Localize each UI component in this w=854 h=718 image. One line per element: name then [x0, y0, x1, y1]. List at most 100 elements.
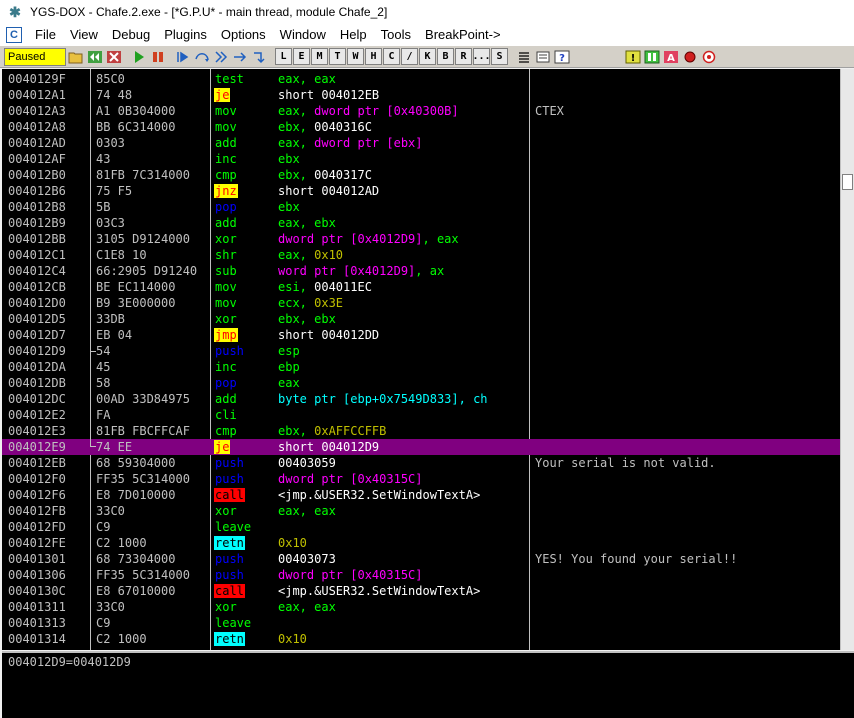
mnemonic-text: retn	[214, 536, 245, 550]
menu-tools[interactable]: Tools	[374, 24, 418, 46]
close-program-icon[interactable]	[105, 48, 123, 66]
mnemonic-cell: call	[214, 487, 246, 503]
disassembly-pane[interactable]: 0040129F 85C0 test eax, eax 004012A1 74 48 je s…	[2, 69, 840, 650]
toolbar-letter-l[interactable]: L	[275, 48, 292, 65]
disasm-row[interactable]: 004012B0 81FB 7C314000 cmp ebx, 0040317C	[2, 167, 840, 183]
operand-token: 004011EC	[314, 280, 372, 294]
hex-dump-cell: 3105 D9124000	[96, 232, 190, 246]
disasm-row[interactable]: 004012FD C9 leave	[2, 519, 840, 535]
toolbar-letter-dots[interactable]: ...	[472, 48, 491, 65]
run-icon[interactable]	[130, 48, 148, 66]
mnemonic-cell: shr	[214, 247, 246, 263]
disasm-row[interactable]: 004012DA 45 inc ebp	[2, 359, 840, 375]
operands-cell: eax, 0x10	[278, 247, 343, 263]
disasm-row[interactable]: 004012B9 03C3 add eax, ebx	[2, 215, 840, 231]
disasm-row[interactable]: 0040129F 85C0 test eax, eax	[2, 71, 840, 87]
toolbar-letter-w[interactable]: W	[347, 48, 364, 65]
open-icon[interactable]	[67, 48, 85, 66]
operand-token: ecx,	[278, 296, 315, 310]
address-cell: 004012D0	[8, 296, 66, 310]
menu-debug[interactable]: Debug	[105, 24, 157, 46]
mnemonic-cell: leave	[214, 519, 251, 535]
disasm-row[interactable]: 004012BB 3105 D9124000 xor dword ptr [0x401…	[2, 231, 840, 247]
list-icon[interactable]	[515, 48, 533, 66]
menu-view[interactable]: View	[63, 24, 105, 46]
toolbar-letter-r[interactable]: R	[455, 48, 472, 65]
disasm-row[interactable]: 004012A1 74 48 je short 004012EB	[2, 87, 840, 103]
plugin-icon[interactable]: !	[624, 48, 642, 66]
system-menu-icon[interactable]: C	[6, 27, 22, 43]
disasm-row[interactable]: 00401311 33C0 xor eax, eax	[2, 599, 840, 615]
mnemonic-text: pop	[215, 376, 237, 390]
disasm-row[interactable]: 00401313 C9 leave	[2, 615, 840, 631]
pause-icon[interactable]	[149, 48, 167, 66]
disasm-row[interactable]: 004012D7 EB 04 jmp short 004012DD	[2, 327, 840, 343]
step-into-icon[interactable]	[174, 48, 192, 66]
disasm-row[interactable]: 004012CB BE EC114000 mov esi, 004011EC	[2, 279, 840, 295]
toolbar-letter-b[interactable]: B	[437, 48, 454, 65]
disasm-row[interactable]: 004012FE C2 1000 retn 0x10	[2, 535, 840, 551]
operands-cell: eax, eax	[278, 71, 336, 87]
disasm-row[interactable]: 0040130C E8 67010000 call <jmp.&USER32.SetW…	[2, 583, 840, 599]
menu-plugins[interactable]: Plugins	[157, 24, 214, 46]
toolbar-letter-s[interactable]: S	[491, 48, 508, 65]
disasm-row[interactable]: 00401301 68 73304000 push 00403073 YES! You …	[2, 551, 840, 567]
toolbar-letter-m[interactable]: M	[311, 48, 328, 65]
disasm-row[interactable]: 004012DB 58 pop eax	[2, 375, 840, 391]
hex-dump-cell: 33C0	[96, 600, 125, 614]
help-icon[interactable]: ?	[553, 48, 571, 66]
restart-icon[interactable]	[86, 48, 104, 66]
address-cell: 004012B0	[8, 168, 66, 182]
disasm-row[interactable]: 004012D5 33DB xor ebx, ebx	[2, 311, 840, 327]
disasm-row[interactable]: 004012A8 BB 6C314000 mov ebx, 0040316C	[2, 119, 840, 135]
toolbar-letter-t[interactable]: T	[329, 48, 346, 65]
disasm-row[interactable]: 004012E9 74 EE je short 004012D9	[2, 439, 840, 455]
hex-dump-cell: FF35 5C314000	[96, 472, 190, 486]
disasm-row[interactable]: 004012B8 5B pop ebx	[2, 199, 840, 215]
menu-help[interactable]: Help	[333, 24, 374, 46]
toolbar-letter-slash[interactable]: /	[401, 48, 418, 65]
disasm-row[interactable]: 004012AD 0303 add eax, dword ptr [ebx]	[2, 135, 840, 151]
disasm-row[interactable]: 004012D0 B9 3E000000 mov ecx, 0x3E	[2, 295, 840, 311]
disasm-row[interactable]: 004012FB 33C0 xor eax, eax	[2, 503, 840, 519]
disasm-row[interactable]: 004012F0 FF35 5C314000 push dword ptr [0x40…	[2, 471, 840, 487]
disasm-row[interactable]: 00401306 FF35 5C314000 push dword ptr [0x40…	[2, 567, 840, 583]
toolbar-letter-c[interactable]: C	[383, 48, 400, 65]
alpha-icon[interactable]: A	[662, 48, 680, 66]
hex-dump-cell: C9	[96, 520, 111, 534]
step-over-icon[interactable]	[193, 48, 211, 66]
disasm-row[interactable]: 004012C1 C1E8 10 shr eax, 0x10	[2, 247, 840, 263]
mnemonic-text: inc	[215, 152, 237, 166]
stop-plugin-icon[interactable]	[643, 48, 661, 66]
toolbar-letter-h[interactable]: H	[365, 48, 382, 65]
disasm-row[interactable]: 004012A3 A1 0B304000 mov eax, dword ptr [0x…	[2, 103, 840, 119]
disasm-row[interactable]: 004012EB 68 59304000 push 00403059 Your seri…	[2, 455, 840, 471]
disasm-row[interactable]: 00401314 C2 1000 retn 0x10	[2, 631, 840, 647]
disasm-row[interactable]: 004012B6 75 F5 jnz short 004012AD	[2, 183, 840, 199]
execute-till-return-icon[interactable]	[250, 48, 268, 66]
trace-into-icon[interactable]	[212, 48, 230, 66]
disasm-row[interactable]: 004012D9 54 push esp	[2, 343, 840, 359]
address-cell: 004012DA	[8, 360, 66, 374]
menu-file[interactable]: File	[28, 24, 63, 46]
target-icon[interactable]	[700, 48, 718, 66]
vertical-scrollbar[interactable]	[840, 69, 854, 650]
disasm-row[interactable]: 004012E3 81FB FBCFFCAF cmp ebx, 0xAFFCCFFB	[2, 423, 840, 439]
disasm-row[interactable]: 004012F6 E8 7D010000 call <jmp.&USER32.SetW…	[2, 487, 840, 503]
menu-window[interactable]: Window	[273, 24, 333, 46]
options-list-icon[interactable]	[534, 48, 552, 66]
disasm-row[interactable]: 004012DC 00AD 33D84975 add byte ptr [ebp+0x…	[2, 391, 840, 407]
mnemonic-text: push	[215, 568, 244, 582]
operand-token: dword ptr [0x40315C]	[278, 472, 423, 486]
disasm-row[interactable]: 004012E2 FA cli	[2, 407, 840, 423]
menu-breakpoint[interactable]: BreakPoint->	[418, 24, 508, 46]
record-icon[interactable]	[681, 48, 699, 66]
mnemonic-cell: jmp	[214, 327, 246, 343]
menu-options[interactable]: Options	[214, 24, 273, 46]
trace-over-icon[interactable]	[231, 48, 249, 66]
scrollbar-thumb[interactable]	[842, 174, 853, 190]
disasm-row[interactable]: 004012AF 43 inc ebx	[2, 151, 840, 167]
toolbar-letter-k[interactable]: K	[419, 48, 436, 65]
toolbar-letter-e[interactable]: E	[293, 48, 310, 65]
disasm-row[interactable]: 004012C4 66:2905 D91240 sub word ptr [0x401…	[2, 263, 840, 279]
